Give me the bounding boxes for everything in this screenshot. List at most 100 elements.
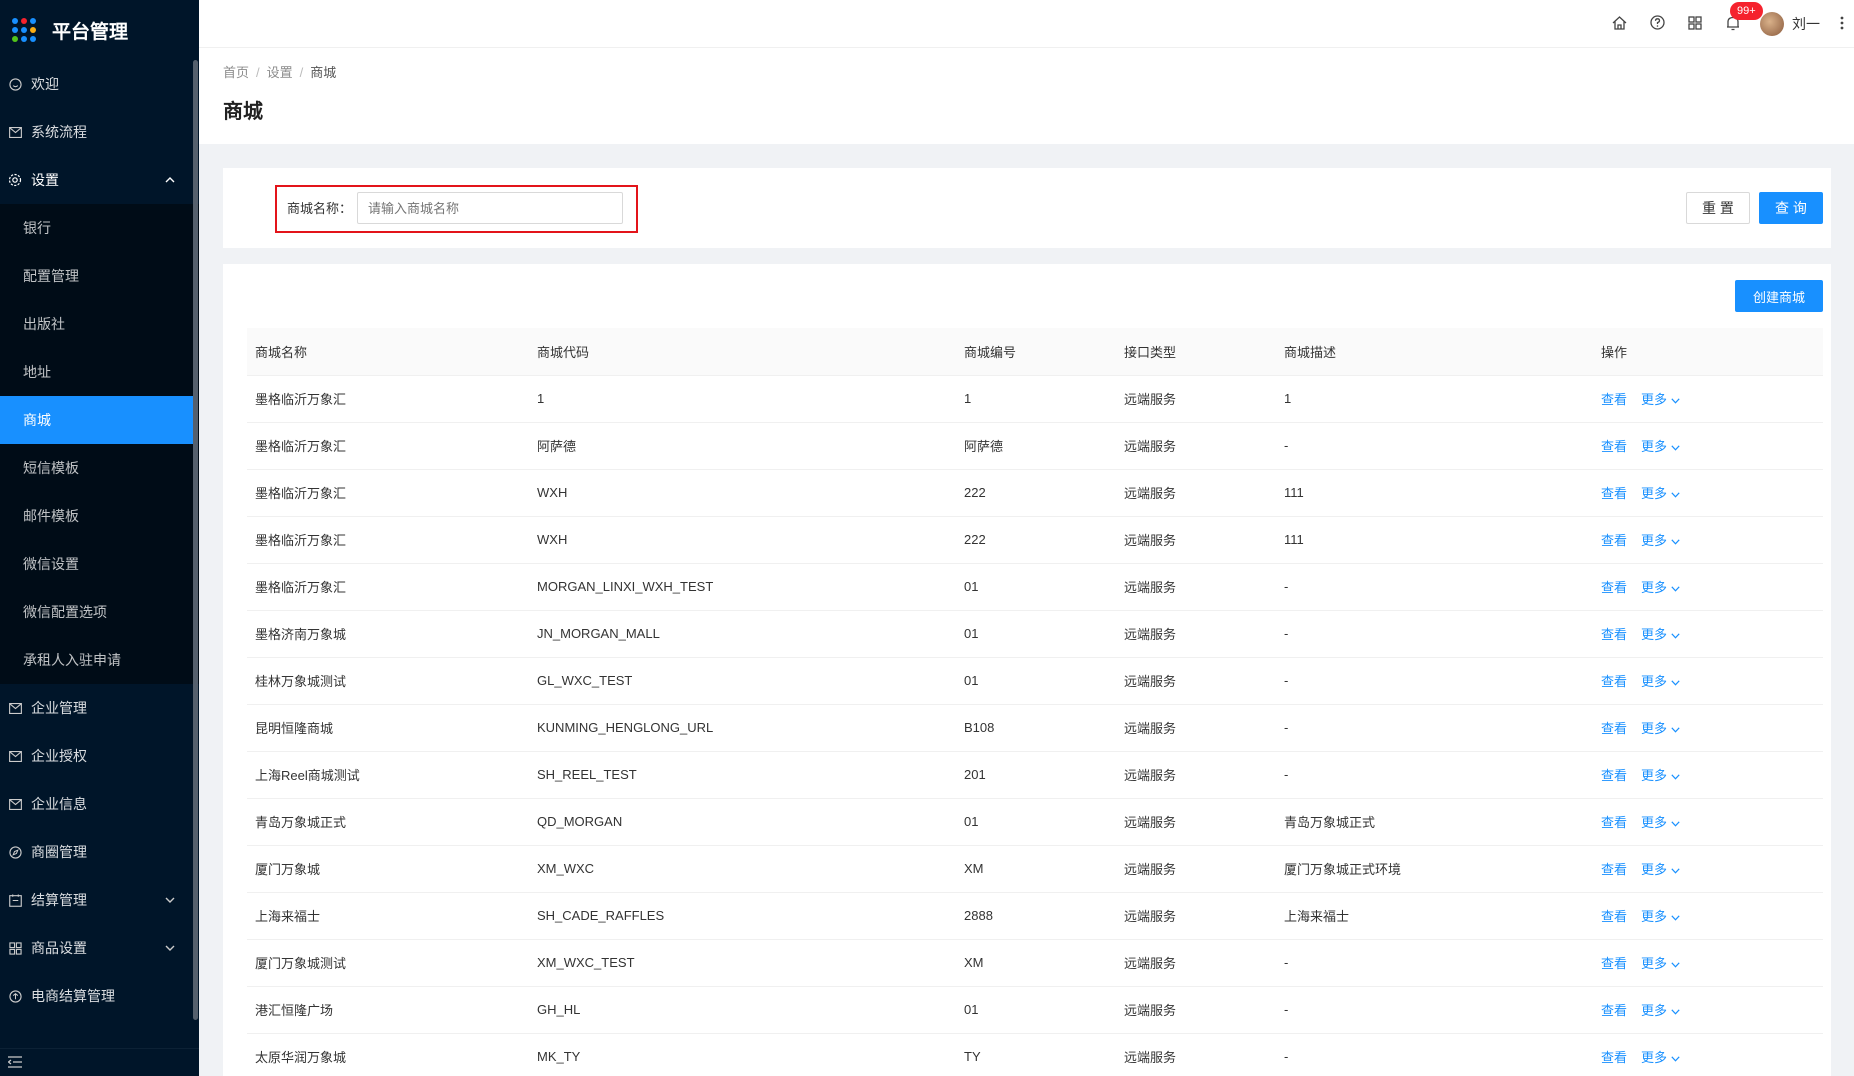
- collapse-sidebar-button[interactable]: [0, 1048, 199, 1076]
- sidebar-item-enterprise[interactable]: 企业管理: [0, 684, 199, 732]
- sidebar-item-wechat-settings[interactable]: 微信设置: [0, 540, 199, 588]
- mall-name-input[interactable]: [357, 192, 623, 224]
- sidebar: 平台管理 欢迎 系统流程 设置 银行 配置管理 出版社 地址 商城 短信模板 邮…: [0, 0, 199, 1076]
- more-dropdown[interactable]: 更多: [1641, 909, 1680, 924]
- view-link[interactable]: 查看: [1601, 674, 1627, 689]
- cell-mall-name: 墨格临沂万象汇: [247, 516, 529, 564]
- help-button[interactable]: [1638, 0, 1676, 48]
- more-dropdown[interactable]: 更多: [1641, 1003, 1680, 1018]
- more-dropdown[interactable]: 更多: [1641, 815, 1680, 830]
- cell-description: -: [1276, 986, 1593, 1034]
- sidebar-item-enterprise-info[interactable]: 企业信息: [0, 780, 199, 828]
- sidebar-item-system-flow[interactable]: 系统流程: [0, 108, 199, 156]
- sidebar-scrollbar[interactable]: [193, 60, 198, 1020]
- view-link[interactable]: 查看: [1601, 768, 1627, 783]
- more-dropdown[interactable]: 更多: [1641, 627, 1680, 642]
- view-link[interactable]: 查看: [1601, 862, 1627, 877]
- sidebar-item-label: 邮件模板: [23, 508, 79, 524]
- more-dropdown[interactable]: 更多: [1641, 533, 1680, 548]
- cell-interface-type: 远端服务: [1116, 845, 1276, 893]
- cell-mall-name: 墨格临沂万象汇: [247, 422, 529, 470]
- view-link[interactable]: 查看: [1601, 815, 1627, 830]
- more-label: 更多: [1641, 392, 1668, 407]
- more-dropdown[interactable]: 更多: [1641, 956, 1680, 971]
- sidebar-item-sms-template[interactable]: 短信模板: [0, 444, 199, 492]
- more-options-button[interactable]: [1834, 16, 1850, 33]
- cell-mall-number: 01: [956, 798, 1116, 846]
- view-link[interactable]: 查看: [1601, 909, 1627, 924]
- cell-actions: 查看 更多: [1593, 516, 1823, 564]
- cell-description: -: [1276, 422, 1593, 470]
- more-dropdown[interactable]: 更多: [1641, 439, 1680, 454]
- sidebar-item-enterprise-auth[interactable]: 企业授权: [0, 732, 199, 780]
- more-dropdown[interactable]: 更多: [1641, 392, 1680, 407]
- view-link[interactable]: 查看: [1601, 1050, 1627, 1065]
- mail-icon: [8, 749, 22, 763]
- view-link[interactable]: 查看: [1601, 721, 1627, 736]
- cell-mall-code: MORGAN_LINXI_WXH_TEST: [529, 563, 956, 611]
- breadcrumb-settings[interactable]: 设置: [267, 65, 293, 80]
- notifications-button[interactable]: 99+: [1714, 0, 1763, 48]
- more-label: 更多: [1641, 674, 1668, 689]
- cell-mall-name: 墨格临沂万象汇: [247, 375, 529, 423]
- table-row: 上海来福士 SH_CADE_RAFFLES 2888 远端服务 上海来福士 查看 更多: [247, 892, 1823, 940]
- cell-actions: 查看 更多: [1593, 845, 1823, 893]
- table-row: 桂林万象城测试 GL_WXC_TEST 01 远端服务 - 查看 更多: [247, 657, 1823, 705]
- sidebar-item-config[interactable]: 配置管理: [0, 252, 199, 300]
- chevron-down-icon: [1671, 862, 1680, 877]
- cell-description: 青岛万象城正式: [1276, 798, 1593, 846]
- sidebar-item-wechat-config[interactable]: 微信配置选项: [0, 588, 199, 636]
- breadcrumb-home[interactable]: 首页: [223, 65, 249, 80]
- chevron-down-icon: [1671, 956, 1680, 971]
- view-link[interactable]: 查看: [1601, 533, 1627, 548]
- sidebar-item-publisher[interactable]: 出版社: [0, 300, 199, 348]
- sidebar-item-mall[interactable]: 商城: [0, 396, 193, 444]
- table-row: 墨格济南万象城 JN_MORGAN_MALL 01 远端服务 - 查看 更多: [247, 610, 1823, 658]
- more-dropdown[interactable]: 更多: [1641, 721, 1680, 736]
- sidebar-item-label: 企业授权: [31, 748, 87, 764]
- user-name[interactable]: 刘一: [1792, 14, 1820, 34]
- avatar[interactable]: [1760, 12, 1784, 36]
- view-link[interactable]: 查看: [1601, 439, 1627, 454]
- reset-button[interactable]: 重 置: [1686, 192, 1750, 224]
- sidebar-item-product-settings[interactable]: 商品设置: [0, 924, 199, 972]
- view-link[interactable]: 查看: [1601, 1003, 1627, 1018]
- sidebar-item-mail-template[interactable]: 邮件模板: [0, 492, 199, 540]
- query-button[interactable]: 查 询: [1759, 192, 1823, 224]
- chevron-down-icon: [1671, 486, 1680, 501]
- sidebar-item-tenant-application[interactable]: 承租人入驻申请: [0, 636, 199, 684]
- view-link[interactable]: 查看: [1601, 580, 1627, 595]
- sidebar-item-label: 承租人入驻申请: [23, 652, 121, 668]
- more-dropdown[interactable]: 更多: [1641, 580, 1680, 595]
- gear-icon: [8, 173, 22, 187]
- sidebar-item-settlement[interactable]: 结算管理: [0, 876, 199, 924]
- table-row: 厦门万象城 XM_WXC XM 远端服务 厦门万象城正式环境 查看 更多: [247, 845, 1823, 893]
- more-dropdown[interactable]: 更多: [1641, 486, 1680, 501]
- view-link[interactable]: 查看: [1601, 392, 1627, 407]
- create-mall-button[interactable]: 创建商城: [1735, 280, 1823, 312]
- more-label: 更多: [1641, 862, 1668, 877]
- more-dropdown[interactable]: 更多: [1641, 1050, 1680, 1065]
- cell-mall-number: 01: [956, 610, 1116, 658]
- view-link[interactable]: 查看: [1601, 956, 1627, 971]
- apps-button[interactable]: [1676, 0, 1714, 48]
- chevron-down-icon: [165, 942, 175, 954]
- sidebar-item-address[interactable]: 地址: [0, 348, 199, 396]
- logo[interactable]: 平台管理: [0, 0, 199, 60]
- more-dropdown[interactable]: 更多: [1641, 768, 1680, 783]
- sidebar-item-welcome[interactable]: 欢迎: [0, 60, 199, 108]
- view-link[interactable]: 查看: [1601, 486, 1627, 501]
- home-button[interactable]: [1600, 0, 1638, 48]
- cell-description: 厦门万象城正式环境: [1276, 845, 1593, 893]
- sidebar-item-settings[interactable]: 设置: [0, 156, 199, 204]
- more-dropdown[interactable]: 更多: [1641, 674, 1680, 689]
- mall-table: 商城名称 商城代码 商城编号 接口类型 商城描述 操作 墨格临沂万象汇 1 1 远端服…: [247, 328, 1823, 1076]
- appstore-icon: [8, 941, 22, 955]
- mall-table-card: 创建商城 商城名称 商城代码 商城编号 接口类型 商城描述 操作 墨格临沂万象汇…: [223, 264, 1831, 1076]
- sidebar-item-business-district[interactable]: 商圈管理: [0, 828, 199, 876]
- cell-mall-code: WXH: [529, 469, 956, 517]
- sidebar-item-ecommerce-settlement[interactable]: 电商结算管理: [0, 972, 199, 1020]
- sidebar-item-bank[interactable]: 银行: [0, 204, 199, 252]
- view-link[interactable]: 查看: [1601, 627, 1627, 642]
- more-dropdown[interactable]: 更多: [1641, 862, 1680, 877]
